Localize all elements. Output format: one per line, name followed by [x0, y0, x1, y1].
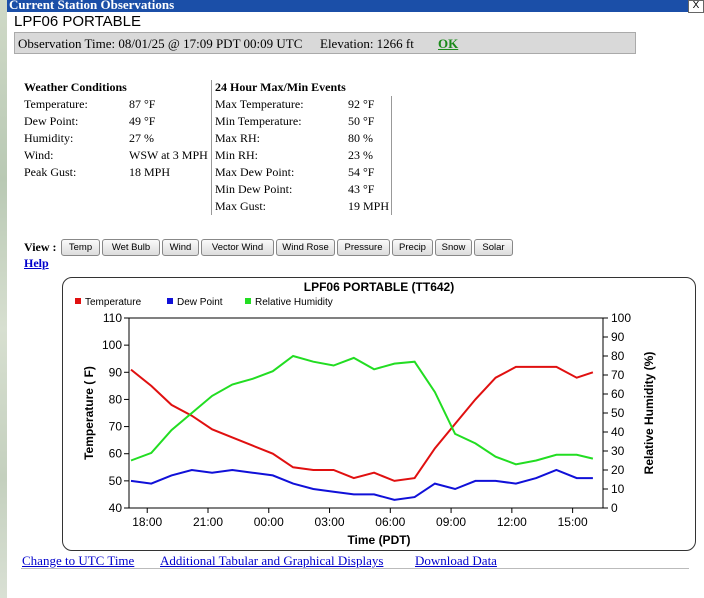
legend-swatch: [167, 298, 173, 304]
view-button-wind-rose[interactable]: Wind Rose: [276, 239, 335, 256]
legend-swatch: [245, 298, 251, 304]
x-tick-label: 18:00: [132, 515, 162, 529]
view-label: View :: [24, 240, 57, 254]
legend-label: Temperature: [85, 297, 142, 308]
event-value: 80 %: [348, 131, 373, 145]
dew-point-line: [130, 468, 593, 501]
event-label: Min Temperature:: [215, 114, 302, 128]
elevation: Elevation: 1266 ft: [320, 36, 414, 51]
relative-humidity-line: [130, 354, 594, 466]
view-button-wind[interactable]: Wind: [162, 239, 199, 256]
y2-tick-label: 100: [611, 311, 631, 325]
y2-tick-label: 90: [611, 330, 625, 344]
y-axis-label: Temperature ( F): [82, 366, 96, 460]
x-tick-label: 06:00: [375, 515, 405, 529]
y2-tick-label: 50: [611, 406, 625, 420]
ok-link[interactable]: OK: [438, 36, 458, 52]
view-button-precip[interactable]: Precip: [392, 239, 433, 256]
legend-label: Relative Humidity: [255, 297, 333, 308]
view-button-snow[interactable]: Snow: [435, 239, 472, 256]
event-label: Max RH:: [215, 131, 260, 145]
y-tick-label: 90: [109, 365, 123, 379]
event-label: Max Temperature:: [215, 97, 304, 111]
y-tick-label: 70: [109, 420, 123, 434]
y2-tick-label: 70: [611, 368, 625, 382]
view-button-wet-bulb[interactable]: Wet Bulb: [102, 239, 160, 256]
utc-time-link[interactable]: Change to UTC Time: [22, 553, 134, 569]
y-tick-label: 60: [109, 447, 123, 461]
condition-value: 27 %: [129, 131, 154, 145]
legend-swatch: [75, 298, 81, 304]
condition-label: Dew Point:: [24, 114, 79, 128]
chart-title: LPF06 PORTABLE (TT642): [304, 280, 454, 294]
event-label: Min Dew Point:: [215, 182, 293, 196]
x-tick-label: 21:00: [193, 515, 223, 529]
y-tick-label: 40: [109, 501, 123, 515]
condition-label: Temperature:: [24, 97, 88, 111]
condition-value: 18 MPH: [129, 165, 171, 179]
station-name: LPF06 PORTABLE: [14, 13, 142, 30]
legend-label: Dew Point: [177, 297, 223, 308]
x-axis-label: Time (PDT): [347, 533, 410, 547]
section-divider: [211, 80, 212, 215]
event-value: 50 °F: [348, 114, 375, 128]
view-button-vector-wind[interactable]: Vector Wind: [201, 239, 274, 256]
y2-tick-label: 40: [611, 425, 625, 439]
conditions-heading: Weather Conditions: [24, 80, 127, 94]
view-button-pressure[interactable]: Pressure: [337, 239, 390, 256]
x-tick-label: 03:00: [315, 515, 345, 529]
view-button-solar[interactable]: Solar: [474, 239, 513, 256]
condition-value: WSW at 3 MPH: [129, 148, 208, 162]
y2-tick-label: 20: [611, 463, 625, 477]
x-tick-label: 00:00: [254, 515, 284, 529]
observation-bar: Observation Time: 08/01/25 @ 17:09 PDT 0…: [14, 32, 636, 54]
condition-value: 49 °F: [129, 114, 156, 128]
event-value: 19 MPH: [348, 199, 390, 213]
condition-label: Humidity:: [24, 131, 74, 145]
chart: LPF06 PORTABLE (TT642) Temperature Dew Poi…: [75, 280, 656, 547]
x-tick-label: 15:00: [558, 515, 588, 529]
events-heading: 24 Hour Max/Min Events: [215, 80, 346, 94]
event-value: 92 °F: [348, 97, 375, 111]
event-value: 23 %: [348, 148, 373, 162]
chart-panel: LPF06 PORTABLE (TT642) Temperature Dew Poi…: [62, 277, 696, 551]
y-tick-label: 110: [103, 311, 122, 325]
y2-tick-label: 0: [611, 501, 618, 515]
y-tick-label: 100: [102, 338, 122, 352]
event-label: Max Dew Point:: [215, 165, 295, 179]
window-title: Current Station Observations: [9, 0, 175, 12]
condition-value: 87 °F: [129, 97, 156, 111]
additional-displays-link[interactable]: Additional Tabular and Graphical Display…: [160, 553, 383, 569]
condition-label: Wind:: [24, 148, 54, 162]
y-tick-label: 50: [109, 474, 123, 488]
y2-tick-label: 30: [611, 444, 625, 458]
download-data-link[interactable]: Download Data: [415, 553, 497, 569]
event-value: 54 °F: [348, 165, 375, 179]
condition-label: Peak Gust:: [24, 165, 77, 179]
help-link[interactable]: Help: [24, 256, 49, 271]
event-value: 43 °F: [348, 182, 375, 196]
title-bar: Current Station Observations X: [7, 0, 704, 13]
footer-rule: [21, 568, 689, 569]
observation-time: Observation Time: 08/01/25 @ 17:09 PDT 0…: [18, 36, 303, 51]
view-button-temp[interactable]: Temp: [61, 239, 100, 256]
y2-tick-label: 80: [611, 349, 625, 363]
event-label: Min RH:: [215, 148, 259, 162]
y2-tick-label: 10: [611, 482, 625, 496]
x-tick-label: 12:00: [497, 515, 527, 529]
y2-tick-label: 60: [611, 387, 625, 401]
y-tick-label: 80: [109, 392, 123, 406]
observations-window: Current Station Observations X LPF06 POR…: [7, 0, 704, 598]
y2-axis-label: Relative Humidity (%): [642, 352, 656, 475]
close-button[interactable]: X: [688, 0, 704, 13]
event-label: Max Gust:: [215, 199, 266, 213]
x-tick-label: 09:00: [436, 515, 466, 529]
